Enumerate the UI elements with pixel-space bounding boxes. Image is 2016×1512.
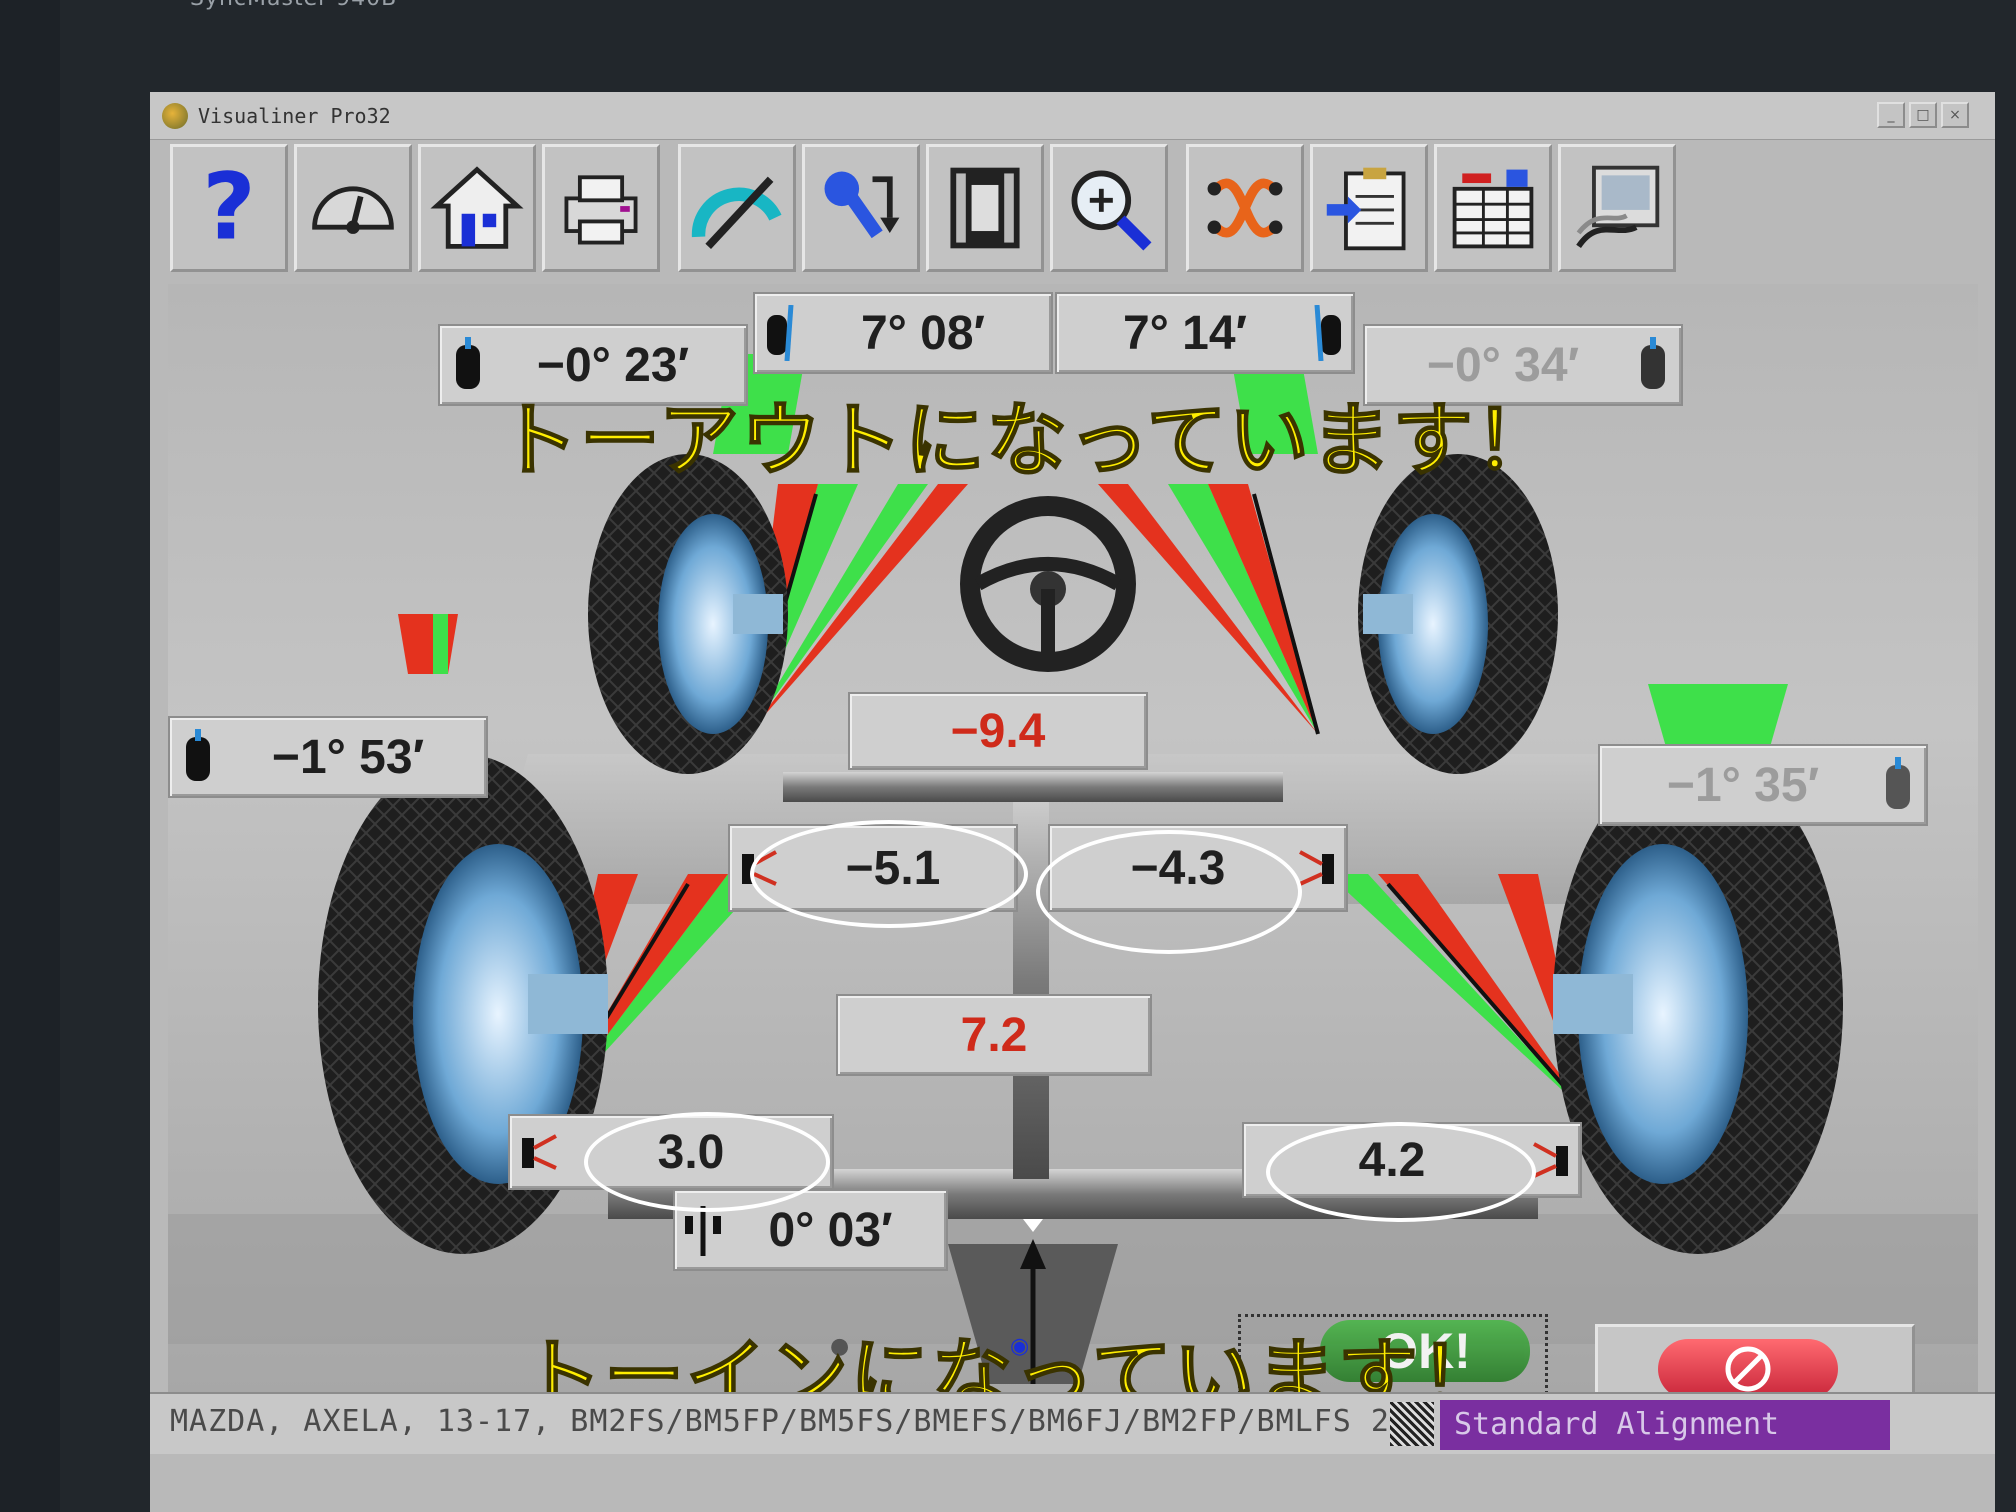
highlight-ring-front-right: [1036, 830, 1302, 954]
gauge-icon: [312, 186, 394, 234]
caster-icon: [1314, 305, 1341, 361]
rear-right-camber-value: −1° 35′: [1666, 758, 1820, 812]
front-left-caster-readout: 7° 08′: [753, 292, 1053, 374]
film-icon: [950, 167, 1020, 249]
help-icon: ?: [202, 160, 255, 256]
app-icon: [162, 102, 188, 129]
wheel-icon: [186, 729, 210, 781]
app-window: Visualiner Pro32 _ □ × ? −0° 23′ 7° 08′ …: [150, 92, 1995, 1512]
spec-button[interactable]: [1434, 144, 1552, 272]
cancel-button[interactable]: [1658, 1339, 1838, 1399]
adjust-button[interactable]: [802, 144, 920, 272]
gauge-button[interactable]: [294, 144, 412, 272]
close-button[interactable]: ×: [1941, 102, 1969, 128]
suspension-icon: [1299, 850, 1334, 886]
prohibit-icon: [1725, 1346, 1771, 1392]
svg-text:?: ?: [202, 160, 255, 256]
title-bar: Visualiner Pro32 _ □ ×: [150, 92, 1995, 140]
alignment-mode[interactable]: Standard Alignment: [1440, 1400, 1890, 1450]
rear-left-camber-readout: −1° 53′: [168, 716, 488, 798]
wheel-icon: [1886, 757, 1910, 809]
thrust-angle-value: 0° 03′: [768, 1203, 893, 1257]
front-total-toe-value: −9.4: [950, 704, 1046, 758]
rear-left-camber-value: −1° 53′: [271, 730, 425, 784]
machine-icon: [1576, 165, 1660, 249]
suspension-icon: [1533, 1142, 1568, 1178]
printer-icon: [564, 175, 638, 245]
maximize-button[interactable]: □: [1909, 102, 1937, 128]
wheel-icon: [456, 337, 480, 389]
minimize-button[interactable]: _: [1877, 102, 1905, 128]
protractor-button[interactable]: [678, 144, 796, 272]
clipboard-icon: [1326, 167, 1406, 251]
highlight-ring-front-left: [750, 820, 1028, 928]
protractor-icon: [691, 176, 782, 250]
network-button[interactable]: [1186, 144, 1304, 272]
vehicle-info: MAZDA, AXELA, 13-17, BM2FS/BM5FP/BM5FS/B…: [170, 1404, 1467, 1439]
video-button[interactable]: [926, 144, 1044, 272]
front-right-caster-value: 7° 14′: [1122, 306, 1248, 360]
front-total-toe-readout: −9.4: [848, 692, 1148, 770]
rear-right-camber-readout: −1° 35′: [1598, 744, 1928, 826]
toe-out-annotation: トーアウトになっています！: [497, 393, 1557, 488]
suspension-icon: [522, 1134, 557, 1170]
status-bar: MAZDA, AXELA, 13-17, BM2FS/BM5FP/BM5FS/B…: [150, 1392, 1995, 1454]
wheel-icon: [1641, 337, 1665, 389]
report-button[interactable]: [1310, 144, 1428, 272]
window-controls: _ □ ×: [1877, 102, 1969, 128]
highlight-ring-rear-right: [1266, 1122, 1536, 1222]
pattern-icon: [1390, 1402, 1434, 1446]
window-title: Visualiner Pro32: [198, 103, 391, 128]
monitor-label: SyncMaster 940B: [190, 0, 397, 11]
caster-icon: [767, 305, 794, 361]
front-right-caster-readout: 7° 14′: [1055, 292, 1355, 374]
print-button[interactable]: [542, 144, 660, 272]
zoom-in-icon: [1071, 170, 1152, 251]
spreadsheet-icon: [1452, 169, 1534, 249]
network-icon: [1207, 178, 1283, 238]
zoom-button[interactable]: [1050, 144, 1168, 272]
home-button[interactable]: [418, 144, 536, 272]
rear-total-toe-readout: 7.2: [836, 994, 1152, 1076]
front-left-caster-value: 7° 08′: [860, 306, 986, 360]
machine-button[interactable]: [1558, 144, 1676, 272]
highlight-ring-rear-left: [584, 1112, 830, 1212]
rear-total-toe-value: 7.2: [960, 1008, 1028, 1062]
wrench-icon: [824, 171, 900, 239]
help-button[interactable]: ?: [170, 144, 288, 272]
toolbar: ?: [170, 144, 1676, 274]
home-icon: [430, 166, 524, 249]
alignment-workspace: −0° 23′ 7° 08′ 7° 14′ −0° 34′ −1° 53′ −1…: [168, 284, 1978, 1392]
